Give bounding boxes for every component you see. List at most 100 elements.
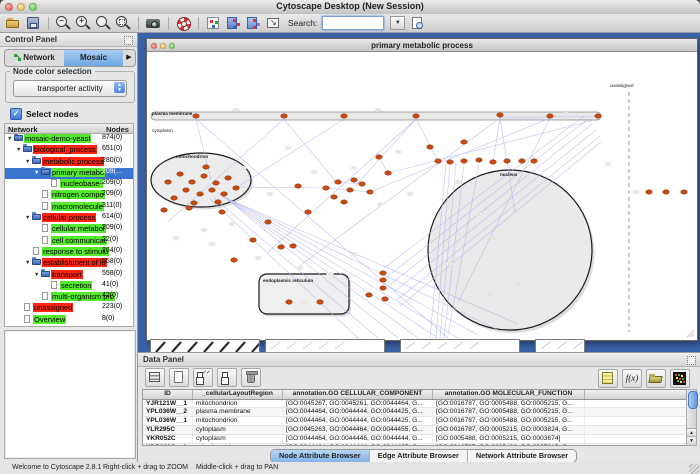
- zoom-selected-icon[interactable]: [96, 16, 111, 30]
- expander-icon[interactable]: ▼: [16, 147, 23, 153]
- network-node[interactable]: [305, 210, 312, 214]
- background-window-edge[interactable]: [150, 339, 260, 352]
- table-cell[interactable]: YJR121W__1: [143, 400, 193, 408]
- network-node[interactable]: [663, 190, 670, 194]
- select-nodes-checkbox[interactable]: ✓: [10, 108, 22, 120]
- import-table-icon[interactable]: [266, 16, 281, 30]
- table-cell[interactable]: [GO:0016787, GO:0005488, GO:0005215, G..…: [433, 417, 585, 425]
- tree-item[interactable]: ▼establishment of lo558(0): [5, 258, 133, 269]
- tree-item[interactable]: ▼metabolic process280(0): [5, 157, 133, 168]
- delete-attribute-icon[interactable]: [241, 368, 261, 387]
- expander-icon[interactable]: ▼: [34, 170, 41, 176]
- column-header[interactable]: _cellularLayoutRegion: [193, 390, 283, 399]
- tree-item[interactable]: ▼primary metabo209(...: [5, 168, 133, 179]
- search-advanced-icon[interactable]: [410, 16, 425, 30]
- table-cell[interactable]: cytoplasm: [193, 426, 283, 434]
- table-cell[interactable]: cytoplasm: [193, 435, 283, 443]
- table-cell[interactable]: mitochondrion: [193, 400, 283, 408]
- tree-item[interactable]: nitrogen compo209(0): [5, 190, 133, 201]
- network-node[interactable]: [547, 114, 554, 118]
- network-canvas[interactable]: plasma membranecytoplasmmitochondrionnuc…: [148, 52, 695, 339]
- tree-item[interactable]: secretion41(0): [5, 281, 133, 292]
- table-row[interactable]: YKR052Ccytoplasm[GO:0044464, GO:0044446,…: [143, 435, 687, 444]
- tab-edge-attribute-browser[interactable]: Edge Attribute Browser: [370, 450, 468, 462]
- table-cell[interactable]: YLR295C: [143, 426, 193, 434]
- network-node[interactable]: [519, 159, 526, 163]
- network-node[interactable]: [219, 210, 226, 214]
- table-cell[interactable]: YPL036W__1: [143, 417, 193, 425]
- network-edge[interactable]: [355, 119, 416, 186]
- tree-item[interactable]: response to stimulu264(0): [5, 247, 133, 258]
- network-node[interactable]: [681, 190, 688, 194]
- network-node[interactable]: [461, 140, 468, 144]
- network-node[interactable]: [186, 206, 193, 210]
- table-cell[interactable]: YDR039C__1: [143, 444, 193, 446]
- help-icon[interactable]: [176, 16, 191, 30]
- tree-item[interactable]: ▼biological_process651(0): [5, 145, 133, 156]
- network-edge[interactable]: [214, 198, 378, 338]
- network-edge[interactable]: [222, 196, 438, 338]
- network-edge[interactable]: [493, 118, 500, 162]
- table-cell[interactable]: [GO:0044464, GO:0044444, GO:0044425, G..…: [283, 408, 433, 416]
- network-node[interactable]: [531, 159, 538, 163]
- table-cell[interactable]: [GO:0045267, GO:0045261, GO:0044464, G..…: [283, 400, 433, 408]
- network-node[interactable]: [504, 159, 511, 163]
- network-node[interactable]: [213, 181, 220, 185]
- tab-network-attribute-browser[interactable]: Network Attribute Browser: [468, 450, 576, 462]
- network-window-titlebar[interactable]: primary metabolic process: [147, 39, 697, 52]
- select-attributes-icon[interactable]: [193, 368, 213, 387]
- table-cell[interactable]: [GO:0016787, GO:0005488, GO:0005215, G..…: [433, 400, 585, 408]
- resize-grip[interactable]: [689, 464, 699, 474]
- network-edge[interactable]: [388, 119, 598, 173]
- network-node[interactable]: [233, 186, 240, 190]
- network-node[interactable]: [376, 155, 383, 159]
- table-cell[interactable]: YPL036W__2: [143, 408, 193, 416]
- table-row[interactable]: YJR121W__1mitochondrion[GO:0045267, GO:0…: [143, 400, 687, 409]
- tab-node-attribute-browser[interactable]: Node Attribute Browser: [271, 450, 370, 462]
- table-cell[interactable]: [GO:0005488, GO:0005215, GO:0003674]: [433, 435, 585, 443]
- network-node[interactable]: [290, 244, 297, 248]
- network-node[interactable]: [351, 178, 358, 182]
- network-node[interactable]: [281, 114, 288, 118]
- scrollbar-thumb[interactable]: [688, 391, 698, 409]
- network-node[interactable]: [189, 180, 196, 184]
- network-node[interactable]: [250, 238, 257, 242]
- tab-mosaic[interactable]: Mosaic: [64, 50, 123, 66]
- network-node[interactable]: [201, 174, 208, 178]
- table-row[interactable]: YPL036W__1mitochondrion[GO:0044464, GO:0…: [143, 417, 687, 426]
- scroll-down-icon[interactable]: ▼: [687, 436, 696, 445]
- table-cell[interactable]: [GO:0045263, GO:0044464, GO:0044455, G..…: [283, 426, 433, 434]
- table-cell[interactable]: mitochondrion: [193, 444, 283, 446]
- background-windows[interactable]: [138, 339, 700, 352]
- tree-item[interactable]: nucleobase-209(0): [5, 179, 133, 190]
- network-node[interactable]: [317, 300, 324, 304]
- notes-icon[interactable]: [598, 369, 618, 388]
- network-node[interactable]: [476, 158, 483, 162]
- network-edge[interactable]: [224, 197, 458, 338]
- birds-eye-view[interactable]: [4, 330, 136, 459]
- search-dropdown-arrow[interactable]: ▼: [390, 16, 405, 30]
- network-node[interactable]: [197, 192, 204, 196]
- network-node[interactable]: [366, 293, 373, 297]
- network-node[interactable]: [367, 190, 374, 194]
- expander-icon[interactable]: ▼: [25, 215, 32, 221]
- node-color-dropdown[interactable]: transporter activity ▲▼: [13, 80, 127, 97]
- import-attributes-icon[interactable]: [646, 369, 666, 388]
- network-node[interactable]: [347, 188, 354, 192]
- network-node[interactable]: [231, 258, 238, 262]
- network-edge[interactable]: [326, 188, 350, 190]
- expander-icon[interactable]: ▼: [25, 159, 32, 165]
- apply-layout-icon[interactable]: [226, 16, 241, 30]
- network-node[interactable]: [341, 200, 348, 204]
- table-cell[interactable]: mitochondrion: [193, 417, 283, 425]
- attribute-table[interactable]: ID_cellularLayoutRegionannotation.GO CEL…: [142, 389, 688, 446]
- network-node[interactable]: [380, 278, 387, 282]
- network-node[interactable]: [380, 271, 387, 275]
- tree-item[interactable]: multi-organism pro42(0): [5, 292, 133, 303]
- table-cell[interactable]: [GO:0016787, GO:0005488, GO:0005215, G..…: [433, 408, 585, 416]
- tree-item[interactable]: macromolecule311(0): [5, 202, 133, 213]
- network-node[interactable]: [221, 192, 228, 196]
- network-edge[interactable]: [268, 119, 416, 252]
- network-node[interactable]: [497, 113, 504, 117]
- network-node[interactable]: [380, 286, 387, 290]
